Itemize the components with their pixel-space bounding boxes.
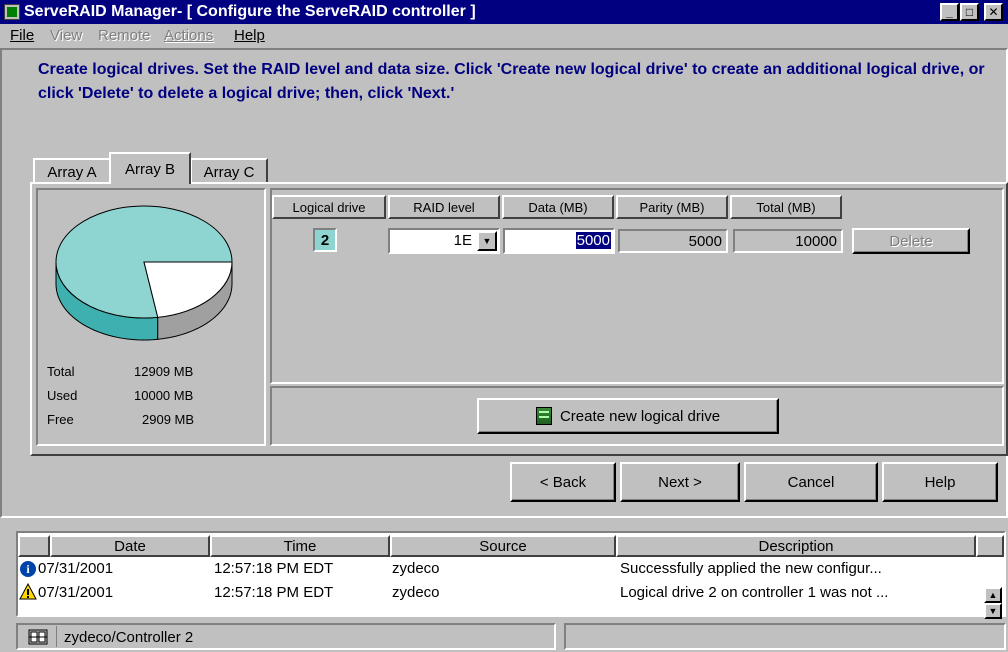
app-icon [4, 4, 20, 20]
data-size-input[interactable]: 5000 [503, 228, 615, 254]
create-button-label: Create new logical drive [559, 407, 721, 425]
back-button[interactable]: < Back [510, 462, 616, 502]
menu-actions[interactable]: Actions [164, 27, 213, 44]
col-raid-level: RAID level [388, 195, 500, 219]
col-data: Data (MB) [502, 195, 614, 219]
menu-remote[interactable]: Remote [98, 27, 151, 44]
log-row-2-time: 12:57:18 PM EDT [214, 584, 334, 601]
stat-used-label: Used [47, 388, 78, 403]
log-col-description[interactable]: Description [616, 535, 976, 557]
status-bar-right [564, 623, 1006, 650]
total-field: 10000 [733, 229, 843, 253]
menu-help[interactable]: Help [234, 27, 265, 44]
logical-drive-number: 2 [313, 228, 337, 252]
info-icon: i [20, 561, 36, 577]
create-logical-drive-button[interactable]: Create new logical drive [477, 398, 779, 434]
log-col-time[interactable]: Time [210, 535, 390, 557]
chevron-up-icon: ▲ [988, 590, 998, 600]
menu-view[interactable]: View [50, 27, 82, 44]
close-button[interactable]: ✕ [984, 3, 1003, 21]
minimize-button[interactable]: _ [940, 3, 959, 21]
col-parity: Parity (MB) [616, 195, 728, 219]
array-usage-pie [55, 205, 233, 341]
scroll-down-button[interactable]: ▼ [984, 603, 1002, 619]
title-bar[interactable]: ServeRAID Manager- [ Configure the Serve… [0, 0, 1008, 24]
log-row-2-date: 07/31/2001 [38, 584, 114, 601]
scroll-up-button[interactable]: ▲ [984, 587, 1002, 603]
log-col-date[interactable]: Date [50, 535, 210, 557]
chevron-down-icon[interactable]: ▼ [477, 231, 497, 251]
stat-free-label: Free [47, 412, 74, 427]
menu-file[interactable]: File [10, 27, 34, 44]
log-row-1-time: 12:57:18 PM EDT [214, 560, 334, 577]
drive-icon [535, 407, 552, 425]
next-button[interactable]: Next > [620, 462, 740, 502]
stat-used-value: 10000 MB [134, 388, 194, 403]
stat-total-value: 12909 MB [134, 364, 194, 379]
tab-array-b[interactable]: Array B [109, 152, 191, 184]
col-total: Total (MB) [730, 195, 842, 219]
log-row-1-description: Successfully applied the new configur... [620, 560, 882, 577]
col-logical-drive: Logical drive [272, 195, 386, 219]
log-row-2-source: zydeco [392, 584, 440, 601]
data-size-value: 5000 [575, 232, 611, 249]
log-col-spacer [976, 535, 1004, 557]
maximize-button[interactable]: □ [960, 3, 979, 21]
raid-level-select[interactable]: 1E ▼ [388, 228, 500, 254]
log-row-2-description: Logical drive 2 on controller 1 was not … [620, 584, 889, 601]
log-row-1-source: zydeco [392, 560, 440, 577]
controller-icon [19, 626, 57, 647]
stat-free-value: 2909 MB [142, 412, 195, 427]
menu-bar [0, 24, 1008, 48]
cancel-button[interactable]: Cancel [744, 462, 878, 502]
delete-button[interactable]: Delete [852, 228, 970, 254]
log-col-source[interactable]: Source [390, 535, 616, 557]
tab-array-a[interactable]: Array A [33, 158, 111, 184]
window-title: ServeRAID Manager- [ Configure the Serve… [24, 3, 476, 20]
tab-array-c[interactable]: Array C [190, 158, 268, 184]
log-row-1-date: 07/31/2001 [38, 560, 114, 577]
instructions-text: Create logical drives. Set the RAID leve… [38, 61, 985, 102]
stat-total-label: Total [47, 364, 75, 379]
warning-icon [19, 583, 37, 600]
chevron-down-icon: ▼ [988, 606, 998, 616]
parity-field: 5000 [618, 229, 728, 253]
raid-level-value: 1E [453, 232, 472, 249]
help-button[interactable]: Help [882, 462, 998, 502]
status-path: zydeco/Controller 2 [64, 629, 194, 646]
log-icon-col [18, 535, 50, 557]
